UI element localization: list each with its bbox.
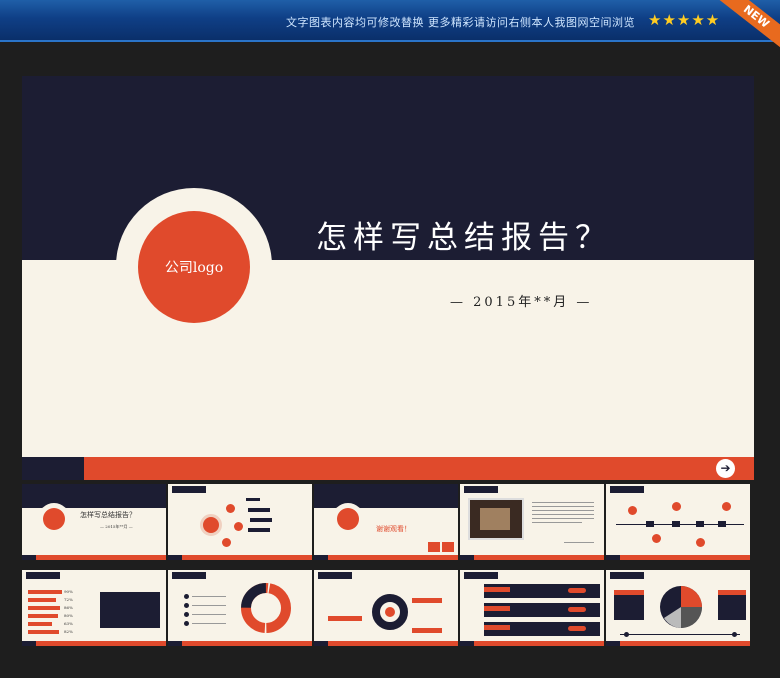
thumb-tag: [610, 486, 644, 493]
thumb-tag: [26, 572, 60, 579]
rating-stars-icon: ★★★★★: [648, 11, 721, 29]
thumbnail-slide-5[interactable]: [606, 484, 750, 560]
thumbnail-slide-9[interactable]: [460, 570, 604, 646]
thumb-circle-main: [200, 514, 222, 536]
main-slide-preview[interactable]: 公司logo 怎样写总结报告？ — 2015年**月 — ➔: [22, 76, 754, 480]
thumb-icon-box: [428, 542, 440, 552]
thumb-logo: [337, 508, 359, 530]
thumb-footer-dark: [22, 641, 36, 646]
company-logo: 公司logo: [138, 211, 250, 323]
thumb-tag: [172, 572, 206, 579]
thumb-thanks: 谢谢观看！: [376, 525, 411, 533]
thumb-label: [246, 498, 260, 501]
thumb-footer-dark: [606, 555, 620, 560]
thumb-title: 怎样写总结报告？: [80, 511, 136, 519]
slide-title: 怎样写总结报告？: [316, 220, 612, 256]
thumb-ring-chart: [241, 583, 291, 633]
next-arrow-icon[interactable]: ➔: [716, 459, 735, 478]
thumb-label: [250, 518, 272, 522]
thumb-band: [22, 484, 166, 508]
thumb-footer: [460, 641, 604, 646]
thumb-footer-dark: [168, 555, 182, 560]
thumb-footer-dark: [168, 641, 182, 646]
thumb-date: — 2015年**月 —: [100, 524, 133, 529]
thumb-footer-dark: [22, 555, 36, 560]
thumbnail-slide-3[interactable]: 谢谢观看！: [314, 484, 458, 560]
new-ribbon: NEW: [714, 0, 780, 53]
thumbnail-slide-7[interactable]: [168, 570, 312, 646]
thumb-footer: [606, 555, 750, 560]
thumbnail-slide-6[interactable]: 90% 72% 86% 80% 63% 82%: [22, 570, 166, 646]
thumb-footer: [314, 555, 458, 560]
thumb-footer-dark: [314, 641, 328, 646]
thumb-icon-box: [442, 542, 454, 552]
thumb-photo: [468, 498, 524, 540]
thumb-footer-dark: [460, 555, 474, 560]
thumb-dot: [222, 538, 231, 547]
thumb-tag: [610, 572, 644, 579]
thumb-tag: [172, 486, 206, 493]
thumbnail-slide-4[interactable]: [460, 484, 604, 560]
thumb-footer-dark: [314, 555, 328, 560]
thumb-footer: [314, 641, 458, 646]
thumb-band: [314, 484, 458, 508]
thumb-label: [248, 508, 270, 512]
thumb-footer: [460, 555, 604, 560]
thumb-donut: [372, 594, 408, 630]
thumb-footer: [22, 641, 166, 646]
thumb-footer: [168, 641, 312, 646]
thumbnail-slide-2[interactable]: [168, 484, 312, 560]
thumb-dot: [226, 504, 235, 513]
logo-text: 公司logo: [164, 260, 224, 276]
thumb-tag: [464, 486, 498, 493]
thumb-footer-dark: [460, 641, 474, 646]
thumb-text-box: [100, 592, 160, 628]
thumb-dot: [234, 522, 243, 531]
banner-text: 文字图表内容均可修改替换 更多精彩请访问右侧本人我图网空间浏览: [286, 16, 635, 29]
thumb-footer: [22, 555, 166, 560]
slide-date: — 2015年**月 —: [450, 295, 593, 310]
thumb-footer-dark: [606, 641, 620, 646]
thumb-footer: [168, 555, 312, 560]
top-banner: 文字图表内容均可修改替换 更多精彩请访问右侧本人我图网空间浏览 ★★★★★ NE…: [0, 0, 780, 53]
thumbnail-slide-10[interactable]: [606, 570, 750, 646]
thumb-pie: [660, 586, 702, 628]
thumb-footer: [606, 641, 750, 646]
footer-red-bar: [84, 457, 754, 480]
thumb-tag: [464, 572, 498, 579]
thumbnail-slide-1[interactable]: 怎样写总结报告？ — 2015年**月 —: [22, 484, 166, 560]
thumb-logo: [43, 508, 65, 530]
thumbnail-slide-8[interactable]: [314, 570, 458, 646]
footer-dark-bar: [22, 457, 84, 480]
thumb-tag: [318, 572, 352, 579]
thumb-label: [248, 528, 270, 532]
